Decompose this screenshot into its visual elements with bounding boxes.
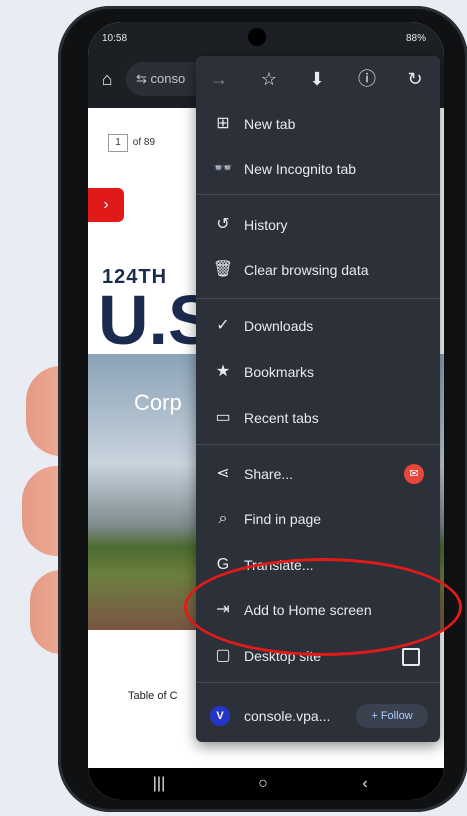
desktop-site-checkbox[interactable] xyxy=(402,648,420,666)
find-icon: ⌕ xyxy=(218,510,228,527)
status-battery: 88% xyxy=(405,33,426,44)
home-icon[interactable]: ⌂ xyxy=(96,68,118,90)
mail-icon[interactable]: ✉ xyxy=(404,464,424,484)
menu-divider xyxy=(196,194,440,195)
toc-title: Table of C xyxy=(128,690,178,702)
status-time: 10:58 xyxy=(102,33,128,44)
menu-label: Bookmarks xyxy=(244,364,315,380)
menu-label: New tab xyxy=(244,116,296,132)
menu-item-bookmarks[interactable]: ★ Bookmarks xyxy=(196,352,440,392)
menu-item-clear-browsing-data[interactable]: 🗑 Clear browsing data xyxy=(196,250,440,290)
menu-item-new-incognito-tab[interactable]: 👓 New Incognito tab xyxy=(196,149,440,189)
menu-divider xyxy=(196,682,440,683)
highlight-circle xyxy=(184,558,462,656)
menu-action-row: → ☆ ⬇ ⓘ ↻ xyxy=(196,56,440,100)
menu-label: History xyxy=(244,217,288,233)
bookmark-star-icon[interactable]: ☆ xyxy=(256,66,282,92)
menu-label: New Incognito tab xyxy=(244,161,357,177)
menu-item-profile[interactable]: V console.vpa... + Follow xyxy=(196,696,440,736)
pdf-page-total: of 89 xyxy=(132,137,156,148)
trash-icon: 🗑 xyxy=(212,261,234,278)
plus-box-icon: ⊞ xyxy=(216,115,230,132)
menu-item-recent-tabs[interactable]: ▭ Recent tabs xyxy=(196,398,440,438)
menu-item-history[interactable]: ↺ History xyxy=(196,205,440,245)
history-icon: ↺ xyxy=(216,216,230,233)
follow-button[interactable]: + Follow xyxy=(356,704,428,728)
menu-divider xyxy=(196,444,440,445)
menu-divider xyxy=(196,298,440,299)
home-circle-icon[interactable]: ○ xyxy=(248,774,278,794)
back-icon[interactable]: ‹ xyxy=(350,774,380,794)
menu-item-find-in-page[interactable]: ⌕ Find in page xyxy=(196,499,440,539)
share-icon: ⋖ xyxy=(216,465,230,482)
pdf-page-counter: 1 of 89 xyxy=(108,134,155,152)
pdf-page-input[interactable]: 1 xyxy=(108,134,128,152)
recents-icon[interactable]: ||| xyxy=(144,774,174,794)
forward-icon[interactable]: → xyxy=(206,66,232,92)
menu-label: Share... xyxy=(244,466,294,482)
address-text: ⇆ conso xyxy=(136,71,186,86)
monitor-icon: ▢ xyxy=(215,647,231,664)
menu-label: Downloads xyxy=(244,318,314,334)
profile-name: console.vpa... xyxy=(244,708,331,724)
menu-item-downloads[interactable]: ✓ Downloads xyxy=(196,306,440,346)
avatar: V xyxy=(210,706,230,726)
menu-item-new-tab[interactable]: ⊞ New tab xyxy=(196,104,440,144)
status-bar: 10:58 88% xyxy=(88,22,444,52)
star-icon: ★ xyxy=(215,363,231,380)
menu-label: Recent tabs xyxy=(244,410,319,426)
menu-label: Clear browsing data xyxy=(244,262,369,278)
info-icon[interactable]: ⓘ xyxy=(354,66,380,92)
incognito-icon: 👓 xyxy=(213,160,233,177)
chevron-right-icon[interactable]: › xyxy=(88,188,124,222)
camera-notch xyxy=(248,28,266,46)
devices-icon: ▭ xyxy=(215,409,231,426)
system-nav-bar: ||| ○ ‹ xyxy=(88,768,444,800)
download-check-icon: ✓ xyxy=(216,317,230,334)
download-icon[interactable]: ⬇ xyxy=(304,66,330,92)
photo-caption: Corp xyxy=(134,390,182,415)
menu-label: Find in page xyxy=(244,511,322,527)
reload-icon[interactable]: ↻ xyxy=(402,66,428,92)
menu-item-share[interactable]: ⋖ Share... ✉ xyxy=(196,454,440,494)
